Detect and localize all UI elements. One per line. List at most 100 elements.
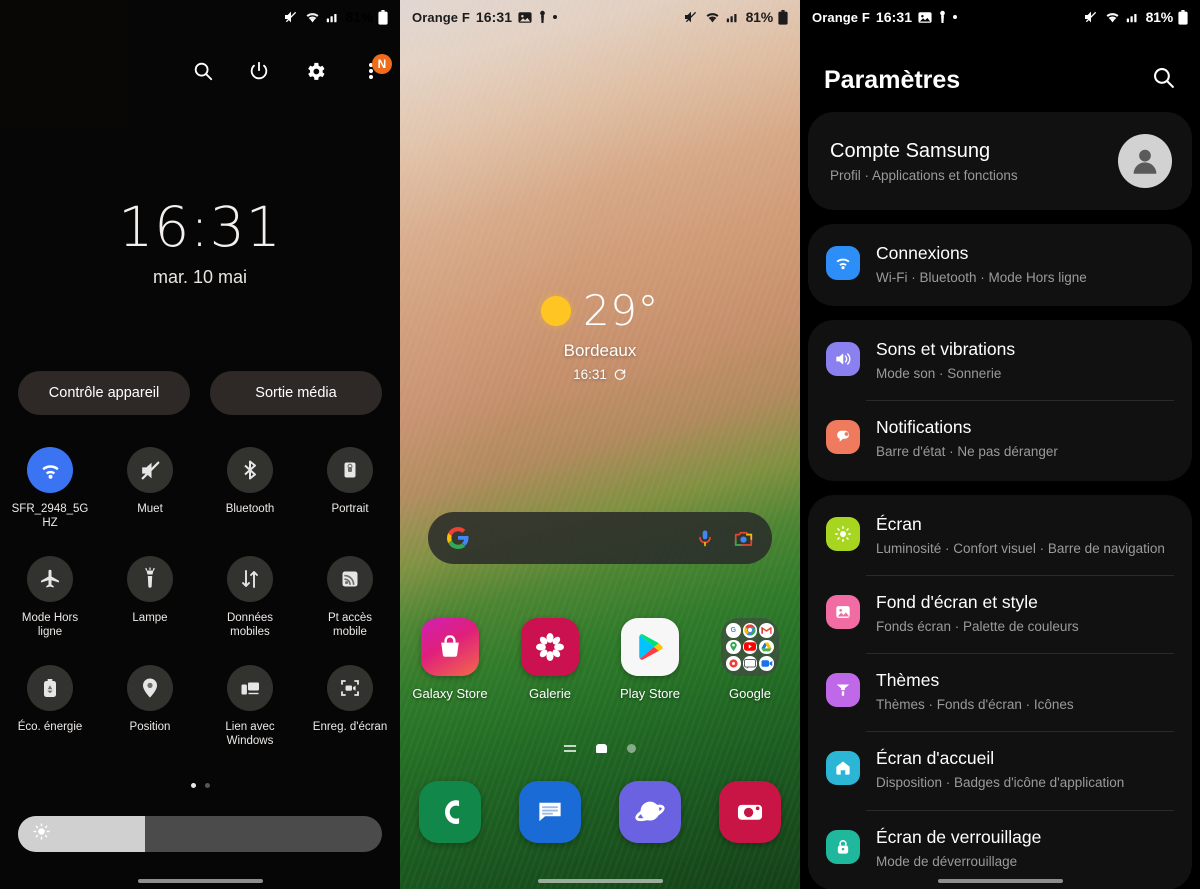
google-g-icon xyxy=(446,526,470,550)
page-dot-1[interactable] xyxy=(190,783,196,788)
settings-item-notifications[interactable]: Notifications Barre d'état · Ne pas déra… xyxy=(808,400,1192,478)
settings-item-title: Écran xyxy=(876,513,922,534)
navigation-handle-home[interactable] xyxy=(400,879,800,883)
settings-item-connexions[interactable]: Connexions Wi-Fi · Bluetooth · Mode Hors… xyxy=(808,226,1192,304)
folder-app-youtube xyxy=(742,639,758,655)
settings-item-subtitle: Fonds écran · Palette de couleurs xyxy=(876,618,1079,634)
account-title: Compte Samsung xyxy=(830,139,991,162)
settings-item-fond-decran-et-style[interactable]: Fond d'écran et style Fonds écran · Pale… xyxy=(808,574,1192,653)
settings-header: Paramètres xyxy=(800,48,1200,112)
brightness-options-icon[interactable] xyxy=(365,826,368,842)
folder-app-photos xyxy=(726,656,741,671)
dot-icon xyxy=(553,15,558,19)
image-icon xyxy=(918,11,932,24)
tile-bluetooth[interactable]: Bluetooth xyxy=(200,447,300,530)
lock-clock: 16:31 mar. 10 mai xyxy=(0,200,400,288)
google-lens-icon[interactable] xyxy=(733,529,754,548)
weather-widget[interactable]: 29° Bordeaux 16:31 xyxy=(400,290,800,382)
settings-item-subtitle: Disposition · Badges d'icône d'applicati… xyxy=(876,775,1125,791)
phone-icon xyxy=(419,781,481,843)
account-subtitle: Profil · Applications et fonctions xyxy=(830,167,1018,183)
settings-item-title: Connexions xyxy=(876,243,969,263)
tile-screen-recorder[interactable]: Enreg. d'écran xyxy=(300,665,400,748)
tile-label: Enreg. d'écran xyxy=(312,721,388,734)
folder-app-chrome xyxy=(742,623,758,638)
home-page-indicator xyxy=(400,744,800,753)
tile-rotation[interactable]: Portrait xyxy=(300,447,400,530)
galaxy-store-icon xyxy=(421,618,479,676)
tile-link-to-windows[interactable]: Lien avec Windows xyxy=(200,665,300,748)
settings-item-ecran[interactable]: Écran Luminosité · Confort visuel · Barr… xyxy=(808,497,1192,575)
tile-label: Portrait xyxy=(331,503,369,515)
device-control-button[interactable]: Contrôle appareil xyxy=(18,371,190,415)
page-dot-2[interactable] xyxy=(627,744,636,753)
tile-mobile-hotspot[interactable]: Pt accès mobile xyxy=(300,556,400,639)
samsung-account-card[interactable]: Compte Samsung Profil · Applications et … xyxy=(808,112,1192,210)
dock-app-camera[interactable] xyxy=(700,781,800,843)
quick-panel-pills: Contrôle appareil Sortie média xyxy=(18,371,382,415)
tile-wifi[interactable]: SFR_2948_5G HZ xyxy=(0,447,100,530)
app-play-store[interactable]: Play Store xyxy=(600,618,700,701)
clock-time: 16:31 xyxy=(118,195,282,259)
wallpaper-icon xyxy=(826,594,860,629)
tile-label: Données mobiles xyxy=(226,612,274,639)
settings-item-sons-et-vibrations[interactable]: Sons et vibrations Mode son · Sonnerie xyxy=(808,322,1192,400)
search-button[interactable] xyxy=(188,56,218,86)
airplane-icon xyxy=(27,556,73,603)
avatar[interactable] xyxy=(1118,134,1172,188)
battery-saver-icon xyxy=(27,665,73,712)
navigation-handle-settings[interactable] xyxy=(800,879,1200,883)
refresh-icon[interactable] xyxy=(613,368,627,382)
microphone-icon[interactable] xyxy=(695,528,715,548)
dock-app-internet[interactable] xyxy=(600,781,700,843)
tile-airplane-mode[interactable]: Mode Hors ligne xyxy=(0,556,100,639)
app-label: Galerie xyxy=(529,686,571,701)
media-output-button[interactable]: Sortie média xyxy=(210,371,382,415)
settings-item-subtitle: Luminosité · Confort visuel · Barre de n… xyxy=(876,540,1165,556)
settings-item-title: Fond d'écran et style xyxy=(876,591,1038,612)
battery-icon xyxy=(1178,9,1188,25)
bluetooth-icon xyxy=(227,447,273,493)
camera-icon xyxy=(719,781,781,843)
settings-search-button[interactable] xyxy=(1151,65,1176,95)
three-phone-screenshots: 81% N 16:31 mar. 10 mai Contrôle apparei… xyxy=(0,0,1200,889)
power-button[interactable] xyxy=(244,56,274,86)
signal-icon xyxy=(326,10,341,24)
wifi-icon xyxy=(826,246,860,280)
settings-item-title: Écran d'accueil xyxy=(876,748,995,769)
tile-power-saving[interactable]: Éco. énergie xyxy=(0,665,100,748)
app-galaxy-store[interactable]: Galaxy Store xyxy=(400,618,500,701)
image-icon xyxy=(518,11,532,24)
wifi-icon xyxy=(27,447,73,493)
tile-mute[interactable]: Muet xyxy=(100,447,200,530)
settings-list[interactable]: Compte Samsung Profil · Applications et … xyxy=(800,112,1200,889)
status-bar-quick-panel: 81% xyxy=(0,0,400,34)
battery-percentage: 81% xyxy=(1145,9,1174,25)
app-list-icon[interactable] xyxy=(564,745,576,752)
settings-gear-button[interactable] xyxy=(300,56,330,86)
google-search-bar[interactable] xyxy=(428,512,772,564)
brightness-slider[interactable] xyxy=(18,816,382,852)
settings-item-ecran-daccueil[interactable]: Écran d'accueil Disposition · Badges d'i… xyxy=(808,731,1192,809)
dock-app-messages[interactable] xyxy=(500,781,600,843)
more-options-button[interactable]: N xyxy=(356,54,392,86)
home-icon[interactable] xyxy=(596,744,607,753)
settings-item-ecran-de-verrouillage[interactable]: Écran de verrouillage Mode de déverrouil… xyxy=(808,809,1192,888)
home-app-row: Galaxy Store Galerie Play Store G Google xyxy=(400,618,800,701)
tile-flashlight[interactable]: Lampe xyxy=(100,556,200,639)
folder-app-drive xyxy=(759,639,774,655)
hotspot-icon xyxy=(327,556,373,603)
gallery-icon xyxy=(521,618,579,676)
dock-app-phone[interactable] xyxy=(400,781,500,843)
settings-item-themes[interactable]: Thèmes Thèmes · Fonds d'écran · Icônes xyxy=(808,653,1192,731)
app-gallery[interactable]: Galerie xyxy=(500,618,600,701)
navigation-handle-quick-panel[interactable] xyxy=(0,879,400,883)
tile-mobile-data[interactable]: Données mobiles xyxy=(200,556,300,639)
volume-icon xyxy=(826,342,860,377)
app-folder-google[interactable]: G Google xyxy=(700,618,800,701)
page-dot-2[interactable] xyxy=(204,783,210,788)
settings-item-subtitle: Thèmes · Fonds d'écran · Icônes xyxy=(876,697,1074,713)
signal-icon xyxy=(1126,10,1141,24)
notification-icon xyxy=(826,420,860,455)
tile-location[interactable]: Position xyxy=(100,665,200,748)
